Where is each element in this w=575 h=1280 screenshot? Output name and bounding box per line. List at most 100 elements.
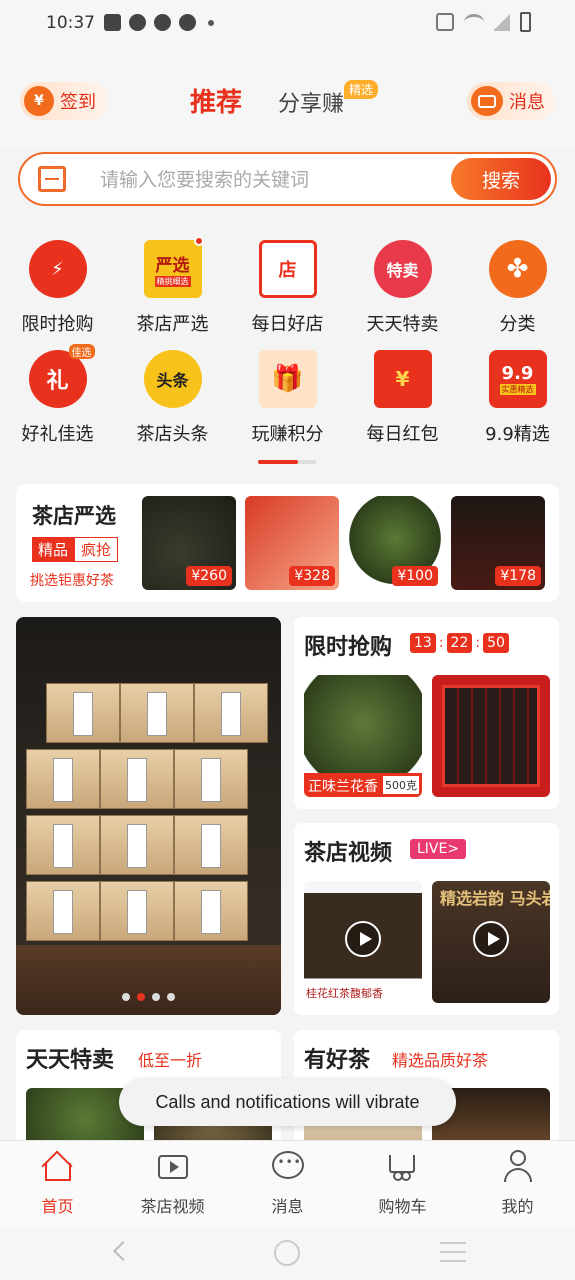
- category-label: 玩赚积分: [251, 424, 324, 445]
- new-dot-badge: [194, 236, 204, 246]
- red-packet-icon: ¥: [373, 350, 432, 408]
- back-icon[interactable]: [113, 1241, 133, 1261]
- category-page-indicator: [258, 460, 316, 464]
- category-headlines[interactable]: 头条 茶店头条: [115, 350, 230, 446]
- tab-share-earn[interactable]: 分享赚: [278, 86, 344, 118]
- status-bar: 10:37: [0, 0, 575, 48]
- menu-icon[interactable]: [440, 1242, 466, 1262]
- flash-sale-card[interactable]: 限时抢购 13 : 22 : 50 正味兰花香 500克: [294, 617, 559, 809]
- good-tea-subtitle: 精选品质好茶: [392, 1051, 489, 1070]
- tab-messages[interactable]: 消息: [230, 1141, 345, 1229]
- notification-icon: [154, 14, 171, 31]
- flash-product-caption: 正味兰花香 500克: [304, 773, 422, 797]
- category-tea-selection[interactable]: 严选 精挑细选 茶店严选: [115, 236, 230, 336]
- message-label: 消息: [509, 92, 545, 113]
- category-label: 分类: [499, 314, 536, 335]
- product-card[interactable]: ¥328: [245, 496, 339, 590]
- video-thumbnail[interactable]: 桂花红茶馥郁香: [304, 881, 422, 1003]
- banner-pager: [122, 993, 175, 1001]
- message-button[interactable]: 消息: [467, 82, 555, 120]
- checkin-button[interactable]: ¥ 签到: [20, 82, 108, 120]
- flash-product-image[interactable]: [432, 675, 550, 797]
- search-bar: 搜索: [18, 152, 557, 206]
- promo-banner[interactable]: [16, 617, 281, 1015]
- good-tea-title: 有好茶: [304, 1048, 371, 1073]
- selection-title: 茶店严选: [32, 504, 116, 528]
- countdown-hours: 13: [410, 633, 436, 653]
- headline-icon: 头条: [143, 350, 202, 408]
- notification-icon: [129, 14, 146, 31]
- tea-video-card[interactable]: 茶店视频 LIVE> 桂花红茶馥郁香 精选岩韵 马头岩肉桂: [294, 823, 559, 1015]
- video-caption: 精选岩韵 马头岩肉桂: [440, 889, 550, 908]
- flash-product-weight: 500克: [383, 776, 419, 794]
- checkin-label: 签到: [60, 92, 96, 113]
- product-card[interactable]: ¥260: [142, 496, 236, 590]
- tab-home[interactable]: 首页: [0, 1141, 115, 1229]
- home-circle-icon[interactable]: [274, 1240, 300, 1266]
- search-button[interactable]: 搜索: [451, 158, 551, 200]
- live-badge[interactable]: LIVE>: [410, 839, 467, 859]
- product-price: ¥178: [495, 566, 541, 586]
- tab-share-badge: 精选: [344, 80, 379, 99]
- video-thumbnail[interactable]: 精选岩韵 马头岩肉桂: [432, 881, 550, 1003]
- system-nav-bar: [0, 1228, 575, 1280]
- signal-icon: [494, 13, 510, 31]
- category-flash-sale[interactable]: ⚡ 限时抢购: [0, 240, 115, 336]
- product-card[interactable]: ¥100: [348, 496, 442, 590]
- tab-tea-video[interactable]: 茶店视频: [115, 1141, 230, 1229]
- notification-icon: [179, 14, 196, 31]
- category-daily-shop[interactable]: 店 每日好店: [230, 240, 345, 336]
- notification-icons: [104, 14, 214, 31]
- category-nine-nine[interactable]: 9.9 实惠精选 9.9精选: [460, 350, 575, 446]
- play-icon[interactable]: [345, 921, 381, 957]
- tab-recommend[interactable]: 推荐: [190, 82, 242, 119]
- search-input[interactable]: [100, 166, 440, 194]
- category-label: 每日好店: [251, 314, 324, 335]
- tab-label: 首页: [41, 1197, 74, 1216]
- category-label: 限时抢购: [21, 314, 94, 335]
- product-card[interactable]: ¥178: [451, 496, 545, 590]
- banner-shelf: [16, 945, 281, 1015]
- category-gift-selection[interactable]: 礼 佳选 好礼佳选: [0, 344, 115, 446]
- product-price: ¥328: [289, 566, 335, 586]
- video-title: 茶店视频: [304, 841, 393, 866]
- cart-icon: [386, 1149, 420, 1183]
- category-label: 9.9精选: [485, 424, 550, 445]
- nine-nine-icon: 9.9 实惠精选: [488, 350, 547, 408]
- system-icons: [436, 12, 531, 32]
- category-label: 好礼佳选: [21, 424, 94, 445]
- tab-cart[interactable]: 购物车: [345, 1141, 460, 1229]
- category-label: 每日红包: [366, 424, 439, 445]
- selection-products: ¥260 ¥328 ¥100 ¥178: [142, 496, 545, 590]
- category-red-packet[interactable]: ¥ 每日红包: [345, 350, 460, 446]
- scan-icon[interactable]: [38, 166, 66, 192]
- grid-icon: ✤: [488, 240, 547, 298]
- category-daily-deals[interactable]: 特卖 天天特卖: [345, 240, 460, 336]
- selection-subtitle: 挑选钜惠好茶: [30, 573, 114, 589]
- category-classify[interactable]: ✤ 分类: [460, 240, 575, 336]
- gift-box-icon: 🎁: [258, 350, 317, 408]
- selection-tags: 精品 疯抢: [32, 537, 119, 562]
- lightning-icon: ⚡: [28, 240, 87, 298]
- category-earn-points[interactable]: 🎁 玩赚积分: [230, 350, 345, 446]
- category-label: 茶店头条: [136, 424, 209, 445]
- vibrate-icon: [436, 13, 454, 31]
- status-time: 10:37: [46, 13, 95, 33]
- countdown-minutes: 22: [446, 633, 473, 653]
- sale-tag-icon: 特卖: [373, 240, 432, 298]
- system-toast: Calls and notifications will vibrate: [119, 1078, 456, 1126]
- countdown-timer: 13 : 22 : 50: [410, 633, 509, 653]
- category-label: 茶店严选: [136, 314, 209, 335]
- notification-icon: [104, 14, 121, 31]
- more-notifications-icon: [208, 19, 214, 26]
- play-icon[interactable]: [473, 921, 509, 957]
- home-icon: [40, 1149, 75, 1183]
- daily-deals-subtitle: 低至一折: [138, 1051, 203, 1070]
- shop-icon: 店: [258, 240, 317, 298]
- tab-profile[interactable]: 我的: [460, 1141, 575, 1229]
- flash-sale-title: 限时抢购: [304, 635, 393, 660]
- video-icon: [156, 1149, 190, 1183]
- flash-product-image[interactable]: 正味兰花香 500克: [304, 675, 422, 797]
- wifi-icon: [464, 14, 484, 30]
- tea-selection-panel[interactable]: 茶店严选 精品 疯抢 挑选钜惠好茶 ¥260 ¥328 ¥100 ¥178: [16, 484, 559, 602]
